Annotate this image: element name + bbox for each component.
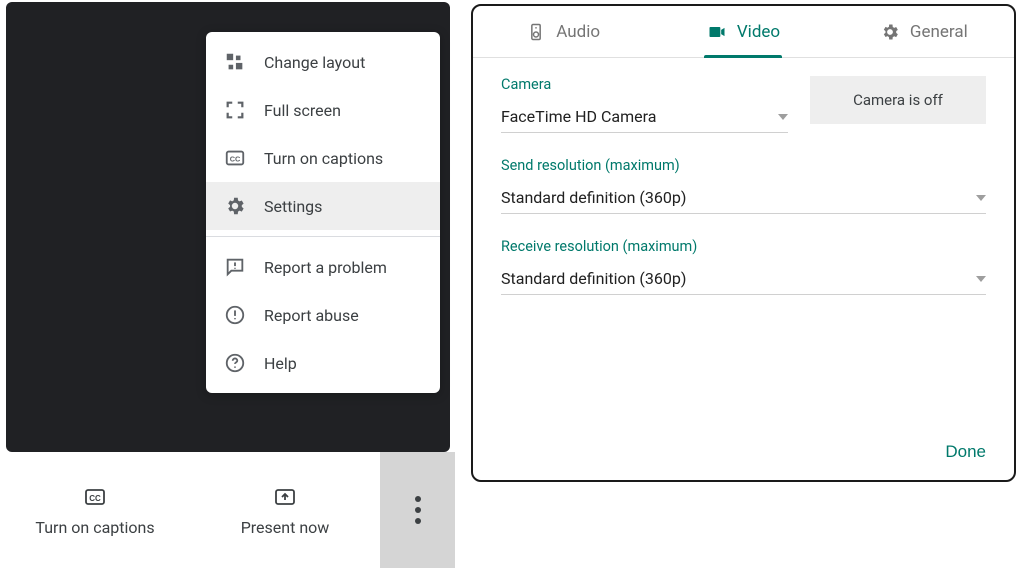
menu-divider: [206, 236, 440, 237]
chevron-down-icon: [976, 276, 986, 282]
send-resolution-value: Standard definition (360p): [501, 188, 686, 207]
receive-resolution-label: Receive resolution (maximum): [501, 238, 986, 255]
chevron-down-icon: [778, 114, 788, 120]
tab-video[interactable]: Video: [653, 6, 833, 57]
captions-icon: CC: [224, 147, 246, 169]
menu-item-label: Report a problem: [264, 258, 387, 277]
present-button-label: Present now: [241, 518, 330, 537]
video-camera-icon: [707, 22, 727, 42]
menu-item-change-layout[interactable]: Change layout: [206, 38, 440, 86]
tab-label: Audio: [556, 22, 600, 42]
receive-resolution-select[interactable]: Standard definition (360p): [501, 263, 986, 295]
captions-button-label: Turn on captions: [35, 518, 154, 537]
tab-label: General: [910, 22, 968, 42]
settings-tabs: Audio Video General: [473, 6, 1014, 58]
menu-item-label: Change layout: [264, 53, 365, 72]
fullscreen-icon: [224, 99, 246, 121]
settings-body: Camera FaceTime HD Camera Camera is off …: [473, 58, 1014, 295]
captions-button[interactable]: CC Turn on captions: [0, 452, 190, 568]
camera-field-label: Camera: [501, 76, 788, 93]
help-icon: [224, 352, 246, 374]
tab-label: Video: [737, 22, 780, 42]
menu-item-label: Report abuse: [264, 306, 359, 325]
camera-select-value: FaceTime HD Camera: [501, 107, 656, 126]
menu-item-settings[interactable]: Settings: [206, 182, 440, 230]
speaker-icon: [526, 22, 546, 42]
left-panel: Change layout Full screen CC Turn on cap…: [0, 0, 455, 568]
chevron-down-icon: [976, 195, 986, 201]
tab-general[interactable]: General: [834, 6, 1014, 57]
menu-item-label: Help: [264, 354, 297, 373]
menu-item-label: Full screen: [264, 101, 341, 120]
present-now-button[interactable]: Present now: [190, 452, 380, 568]
svg-text:CC: CC: [230, 155, 241, 164]
menu-item-captions[interactable]: CC Turn on captions: [206, 134, 440, 182]
done-button[interactable]: Done: [945, 442, 986, 462]
menu-item-report-problem[interactable]: Report a problem: [206, 243, 440, 291]
video-area: Change layout Full screen CC Turn on cap…: [6, 2, 450, 452]
tab-audio[interactable]: Audio: [473, 6, 653, 57]
menu-item-report-abuse[interactable]: Report abuse: [206, 291, 440, 339]
more-vertical-icon: [415, 496, 421, 524]
send-resolution-label: Send resolution (maximum): [501, 157, 986, 174]
svg-text:CC: CC: [89, 494, 101, 503]
present-icon: [270, 484, 300, 510]
more-options-button[interactable]: [380, 452, 455, 568]
camera-select[interactable]: FaceTime HD Camera: [501, 101, 788, 133]
camera-preview: Camera is off: [810, 76, 986, 124]
menu-item-label: Turn on captions: [264, 149, 383, 168]
send-resolution-select[interactable]: Standard definition (360p): [501, 182, 986, 214]
menu-item-help[interactable]: Help: [206, 339, 440, 387]
settings-dialog: Audio Video General Camera FaceTime HD C…: [471, 4, 1016, 482]
gear-icon: [880, 22, 900, 42]
camera-status-text: Camera is off: [853, 91, 943, 109]
layout-icon: [224, 51, 246, 73]
receive-resolution-value: Standard definition (360p): [501, 269, 686, 288]
feedback-icon: [224, 256, 246, 278]
bottom-toolbar: CC Turn on captions Present now: [0, 452, 455, 568]
report-abuse-icon: [224, 304, 246, 326]
menu-item-label: Settings: [264, 197, 322, 216]
more-options-menu: Change layout Full screen CC Turn on cap…: [206, 32, 440, 393]
menu-item-full-screen[interactable]: Full screen: [206, 86, 440, 134]
gear-icon: [224, 195, 246, 217]
captions-icon: CC: [80, 484, 110, 510]
